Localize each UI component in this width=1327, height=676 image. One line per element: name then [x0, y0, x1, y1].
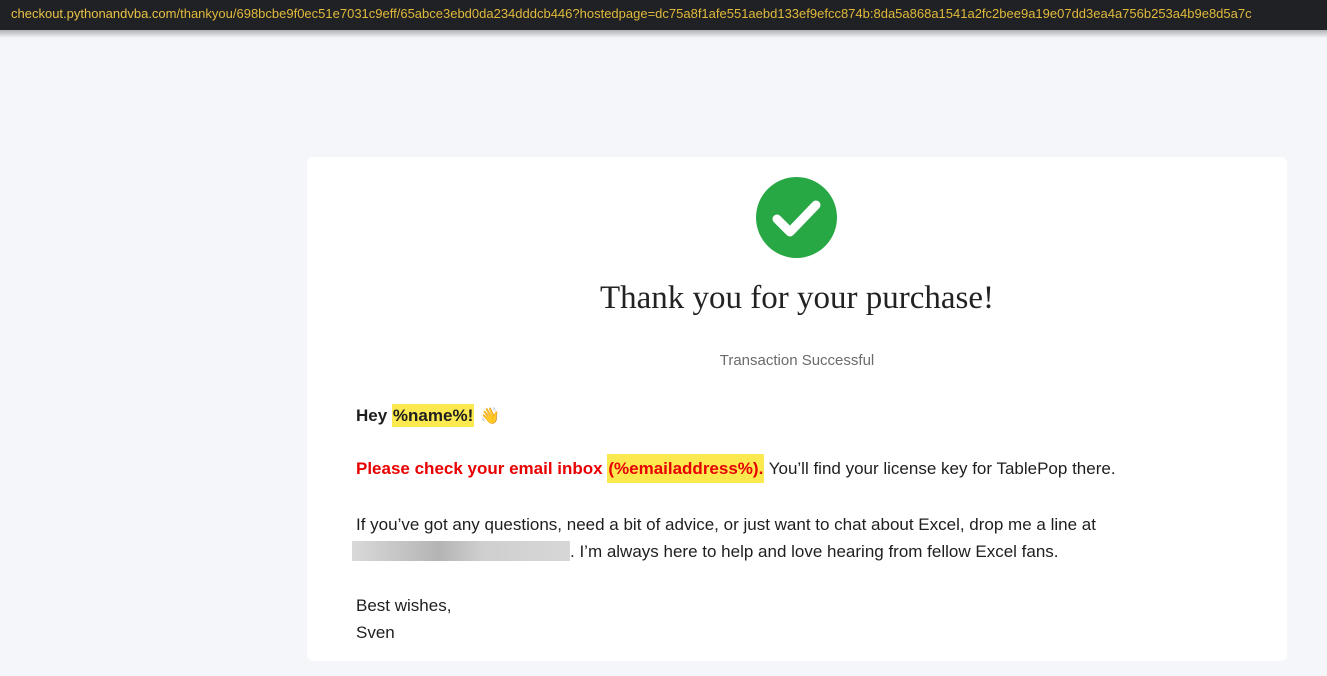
page-title: Thank you for your purchase! — [599, 280, 995, 316]
url-path: /thankyou/698bcbe9f0ec51e7031c9eff/65abc… — [176, 6, 1252, 21]
address-bar-shadow — [0, 30, 1327, 38]
greeting: Hey %name%! 👋 — [356, 404, 1256, 429]
questions-line-2: . I’m always here to help and love heari… — [352, 538, 1256, 565]
transaction-status: Transaction Successful — [719, 352, 875, 369]
inbox-paragraph: Please check your email inbox (%emailadd… — [356, 454, 1256, 483]
questions-line-2-text: . I’m always here to help and love heari… — [570, 542, 1059, 561]
signature: Sven — [356, 623, 395, 642]
questions-paragraph: If you’ve got any questions, need a bit … — [352, 511, 1256, 565]
url-text[interactable]: checkout.pythonandvba.com/thankyou/698bc… — [11, 5, 1252, 23]
waving-hand-icon: 👋 — [480, 408, 501, 425]
redacted-email-link[interactable] — [352, 541, 570, 561]
sign-off: Best wishes, Sven — [356, 592, 1256, 646]
browser-address-bar[interactable]: checkout.pythonandvba.com/thankyou/698bc… — [0, 0, 1327, 30]
license-text: You’ll find your license key for TablePo… — [764, 459, 1116, 478]
thank-you-card: Thank you for your purchase! Transaction… — [307, 157, 1287, 661]
url-host: checkout.pythonandvba.com — [11, 6, 177, 21]
inbox-notice: Please check your email inbox (%emailadd… — [356, 454, 765, 483]
inbox-notice-text: Please check your email inbox — [356, 459, 608, 478]
closing-text: Best wishes, — [356, 596, 452, 615]
email-placeholder: (%emailaddress%). — [607, 454, 765, 483]
check-circle-icon — [756, 177, 837, 258]
name-placeholder: %name%! — [391, 404, 475, 427]
questions-line-1: If you’ve got any questions, need a bit … — [356, 515, 1096, 534]
greeting-prefix: Hey — [356, 406, 392, 425]
